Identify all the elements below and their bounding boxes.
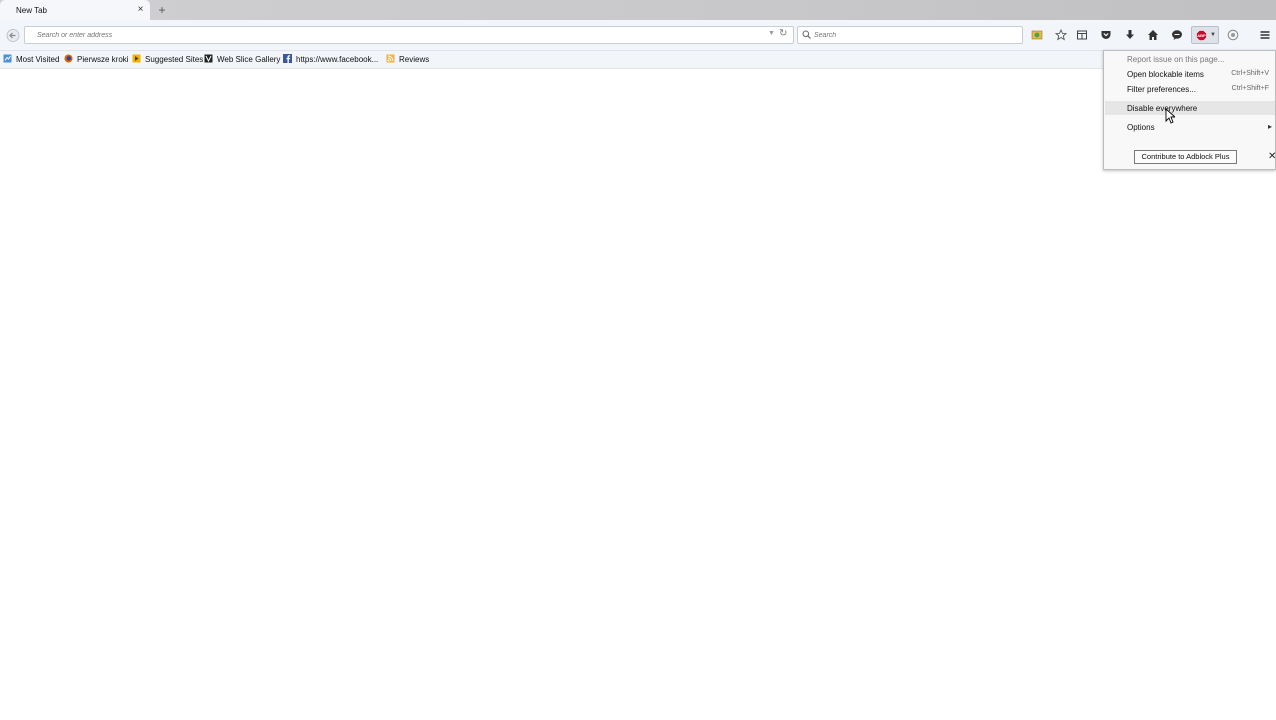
menu-item-label: Disable everywhere: [1127, 104, 1198, 113]
bookmark-label: Pierwsze kroki: [77, 55, 129, 64]
contribute-button[interactable]: Contribute to Adblock Plus: [1134, 150, 1237, 164]
url-history-dropdown-icon[interactable]: ▼: [768, 30, 775, 37]
menu-item-filter-preferences[interactable]: Filter preferences... Ctrl+Shift+F: [1105, 82, 1275, 96]
back-arrow-icon[interactable]: [6, 29, 20, 42]
chevron-down-icon: ▼: [1210, 32, 1216, 38]
downloads-arrow-icon[interactable]: [1124, 29, 1136, 41]
adblock-plus-stop-icon: ABP: [1196, 30, 1207, 41]
bookmark-web-slice-gallery[interactable]: Web Slice Gallery: [204, 54, 280, 65]
menu-item-label: Open blockable items: [1127, 70, 1204, 79]
bookmark-label: https://www.facebook...: [296, 55, 379, 64]
bookmark-star-icon[interactable]: [1055, 29, 1067, 41]
menu-item-shortcut: Ctrl+Shift+V: [1231, 70, 1269, 77]
tab-close-icon[interactable]: ×: [136, 4, 145, 15]
tab-new-tab[interactable]: New Tab ×: [0, 0, 150, 20]
submenu-arrow-icon: ▸: [1267, 122, 1272, 131]
svg-text:ABP: ABP: [1197, 33, 1206, 38]
bookmark-suggested-sites[interactable]: Suggested Sites: [132, 54, 203, 65]
tab-title: New Tab: [16, 6, 47, 15]
menu-item-shortcut: Ctrl+Shift+F: [1231, 85, 1269, 92]
navigation-toolbar: ▼ ↻ ABP ▼: [0, 20, 1276, 51]
menu-item-label: Options: [1127, 123, 1155, 132]
search-input[interactable]: [814, 29, 1014, 41]
menu-item-label: Filter preferences...: [1127, 85, 1196, 94]
hamburger-menu-icon[interactable]: [1259, 29, 1271, 41]
bookmark-reviews[interactable]: Reviews: [386, 54, 429, 65]
menu-item-options[interactable]: Options ▸: [1105, 120, 1275, 134]
search-bar[interactable]: [797, 26, 1023, 44]
bookmark-label: Most Visited: [16, 55, 60, 64]
firefox-icon: [64, 54, 73, 63]
home-icon[interactable]: [1147, 29, 1159, 41]
menu-item-label: Report issue on this page...: [1127, 55, 1225, 64]
bookmarks-menu-icon[interactable]: [1076, 29, 1088, 41]
tab-strip: New Tab × +: [0, 0, 1276, 20]
bookmark-pierwsze-kroki[interactable]: Pierwsze kroki: [64, 54, 129, 65]
suggested-sites-icon: [132, 54, 141, 63]
bookmark-most-visited[interactable]: Most Visited: [3, 54, 59, 65]
bookmark-label: Suggested Sites: [145, 55, 204, 64]
feed-icon: [386, 54, 395, 63]
identity-lock-icon[interactable]: [1031, 29, 1043, 41]
facebook-icon: [283, 54, 292, 63]
bookmarks-toolbar: Most Visited Pierwsze kroki Suggested Si…: [0, 51, 1276, 69]
menu-item-disable-everywhere[interactable]: Disable everywhere: [1105, 101, 1275, 115]
bookmark-label: Web Slice Gallery: [217, 55, 281, 64]
address-bar[interactable]: ▼ ↻: [24, 26, 794, 44]
url-input[interactable]: [37, 29, 757, 41]
bookmark-label: Reviews: [399, 55, 430, 64]
adblock-plus-menu: Report issue on this page... Open blocka…: [1103, 50, 1276, 170]
chat-bubble-icon[interactable]: [1171, 29, 1183, 41]
adblock-plus-button[interactable]: ABP ▼: [1191, 26, 1219, 44]
bookmark-facebook[interactable]: https://www.facebook...: [283, 54, 378, 65]
menu-item-report-issue[interactable]: Report issue on this page...: [1105, 52, 1275, 66]
reload-icon[interactable]: ↻: [779, 28, 787, 39]
search-icon: [802, 30, 811, 39]
most-visited-icon: [3, 54, 12, 63]
menu-item-open-blockable-items[interactable]: Open blockable items Ctrl+Shift+V: [1105, 67, 1275, 81]
web-slice-icon: [204, 54, 213, 63]
new-tab-plus-icon[interactable]: +: [156, 3, 168, 17]
pocket-icon[interactable]: [1100, 29, 1112, 41]
close-icon[interactable]: ✕: [1268, 151, 1276, 163]
sync-circle-icon[interactable]: [1227, 29, 1239, 41]
mouse-cursor-icon: [1165, 108, 1175, 124]
